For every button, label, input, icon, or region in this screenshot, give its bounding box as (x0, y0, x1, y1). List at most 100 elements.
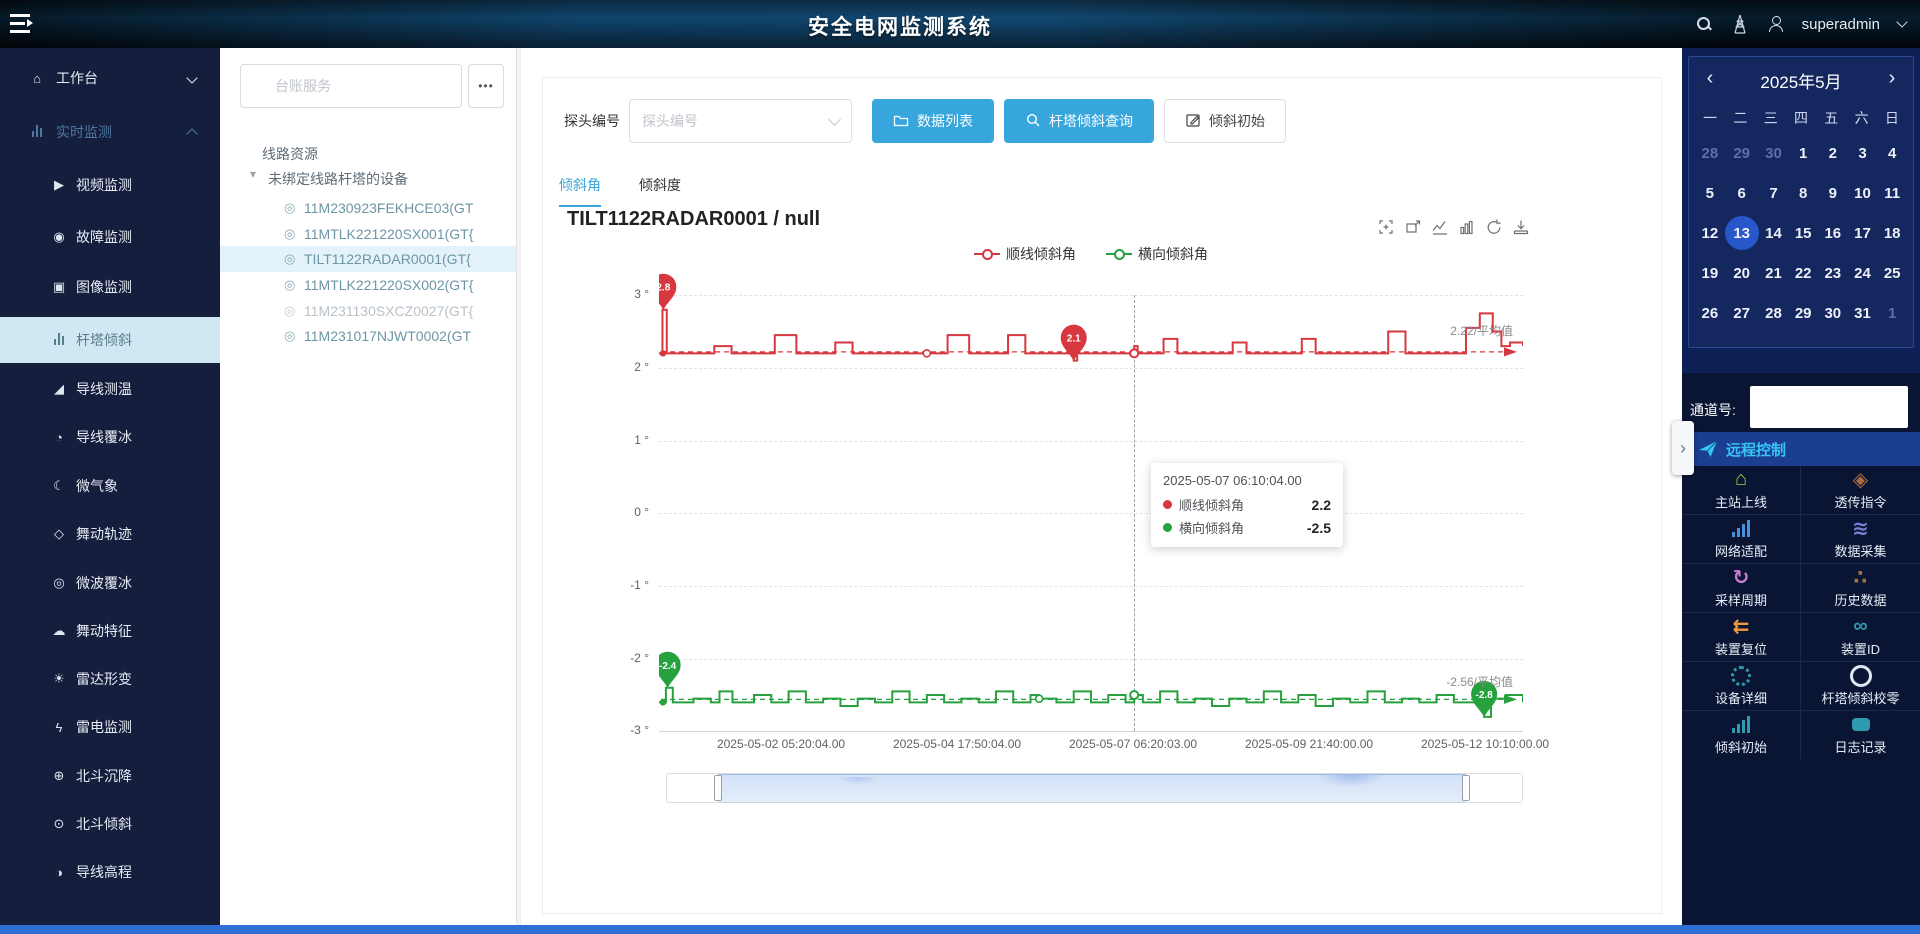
sidebar-item[interactable]: ▣图像监测 (0, 267, 220, 307)
calendar-date[interactable]: 26 (1695, 293, 1725, 333)
restore-icon[interactable] (1485, 218, 1503, 236)
button-folder[interactable]: 数据列表 (872, 99, 994, 143)
calendar-date[interactable]: 6 (1725, 173, 1759, 213)
remote-action-bars[interactable]: 网络适配 (1682, 515, 1800, 563)
calendar-date[interactable]: 2 (1818, 133, 1848, 173)
calendar-date[interactable]: 30 (1759, 133, 1789, 173)
calendar-date[interactable]: 30 (1818, 293, 1848, 333)
calendar-date[interactable]: 19 (1695, 253, 1725, 293)
sidebar-item[interactable]: ϟ雷电监测 (0, 707, 220, 747)
button-edit[interactable]: 倾斜初始 (1164, 99, 1286, 143)
calendar-date[interactable]: 25 (1877, 253, 1907, 293)
search-icon[interactable] (1696, 16, 1712, 32)
calendar-date[interactable]: 28 (1759, 293, 1789, 333)
datazoom-slider[interactable] (666, 773, 1523, 803)
remote-action-ring[interactable]: 杆塔倾斜校零 (1801, 662, 1920, 710)
calendar-date[interactable]: 1 (1788, 133, 1818, 173)
line-chart-icon[interactable] (1431, 218, 1449, 236)
calendar-date[interactable]: 24 (1848, 253, 1878, 293)
calendar-date[interactable]: 11 (1877, 173, 1907, 213)
tree-device-item[interactable]: ◎11M231130SXCZ0027(GT{ (220, 298, 516, 324)
sidebar-item[interactable]: ⊕北斗沉降 (0, 756, 220, 796)
tab-inactive[interactable]: 倾斜度 (639, 175, 681, 207)
channel-input[interactable] (1750, 386, 1908, 428)
sidebar-item[interactable]: ⊙北斗倾斜 (0, 804, 220, 844)
sidebar-item[interactable]: ◎微波覆冰 (0, 563, 220, 603)
calendar-date[interactable]: 28 (1695, 133, 1725, 173)
sidebar-item[interactable]: ◇舞动轨迹 (0, 514, 220, 554)
calendar-date[interactable]: 7 (1759, 173, 1789, 213)
sidebar-item-workbench[interactable]: ⌂工作台 (0, 58, 220, 98)
calendar-date[interactable]: 21 (1759, 253, 1789, 293)
calendar-date[interactable]: 17 (1848, 213, 1878, 253)
calendar-date[interactable]: 27 (1725, 293, 1759, 333)
datazoom-selection[interactable] (718, 774, 1466, 803)
remote-action-bar-chart[interactable]: 倾斜初始 (1682, 711, 1800, 759)
user-icon[interactable] (1768, 16, 1784, 32)
tree-root-node[interactable]: 线路资源 (262, 144, 318, 164)
tree-group-node[interactable]: 未绑定线路杆塔的设备 (268, 169, 408, 189)
sidebar-item[interactable]: ◉故障监测 (0, 217, 220, 257)
calendar-date[interactable]: 5 (1695, 173, 1725, 213)
tree-device-item[interactable]: ◎TILT1122RADAR0001(GT{ (220, 246, 516, 272)
remote-action-gear[interactable]: 设备详细 (1682, 662, 1800, 710)
calendar-date[interactable]: 3 (1848, 133, 1878, 173)
datazoom-handle-right[interactable] (1462, 775, 1470, 801)
calendar-date[interactable]: 15 (1788, 213, 1818, 253)
calendar-date[interactable]: 9 (1818, 173, 1848, 213)
tree-device-item[interactable]: ◎11M230923FEKHCE03(GT (220, 195, 516, 221)
menu-icon[interactable] (10, 13, 36, 35)
remote-action-chat[interactable]: 日志记录 (1801, 711, 1920, 759)
username[interactable]: superadmin (1802, 16, 1880, 33)
tree-device-item[interactable]: ◎11MTLK221220SX002(GT{ (220, 272, 516, 298)
tab-active[interactable]: 倾斜角 (559, 175, 601, 207)
sidebar-item[interactable]: ◑导线高程 (0, 852, 220, 892)
remote-action-reset-arrows[interactable]: ⇇装置复位 (1682, 613, 1800, 661)
sidebar-item[interactable]: ☁舞动特征 (0, 611, 220, 651)
calendar-date[interactable]: 4 (1877, 133, 1907, 173)
tree-device-item[interactable]: ◎11MTLK221220SX001(GT{ (220, 221, 516, 247)
tree-collapse-caret[interactable]: ▾ (250, 167, 256, 181)
sidebar-item[interactable]: ☀雷达形变 (0, 659, 220, 699)
remote-action-pinwheel[interactable]: ◈透传指令 (1801, 466, 1920, 514)
calendar-date[interactable]: 16 (1818, 213, 1848, 253)
calendar-date[interactable]: 1 (1877, 293, 1907, 333)
remote-action-chain[interactable]: ∞装置ID (1801, 613, 1920, 661)
save-image-icon[interactable] (1512, 218, 1530, 236)
sidebar-item[interactable]: ◔导线覆冰 (0, 417, 220, 457)
calendar-date[interactable]: 14 (1759, 213, 1789, 253)
area-zoom-icon[interactable] (1377, 218, 1395, 236)
tree-search-input[interactable] (240, 64, 462, 108)
tree-more-button[interactable]: ••• (468, 64, 504, 108)
button-magnifier[interactable]: 杆塔倾斜查询 (1004, 99, 1154, 143)
calendar-date[interactable]: 31 (1848, 293, 1878, 333)
calendar-date-selected[interactable]: 13 (1725, 213, 1759, 253)
tower-icon[interactable] (1730, 13, 1750, 35)
remote-action-cycle[interactable]: ↻采样周期 (1682, 564, 1800, 612)
caret-down-icon[interactable] (1896, 16, 1907, 27)
datazoom-handle-left[interactable] (714, 775, 722, 801)
calendar-date[interactable]: 10 (1848, 173, 1878, 213)
calendar-date[interactable]: 12 (1695, 213, 1725, 253)
calendar-date[interactable]: 8 (1788, 173, 1818, 213)
remote-action-house[interactable]: ⌂主站上线 (1682, 466, 1800, 514)
calendar-date[interactable]: 18 (1877, 213, 1907, 253)
remote-action-wave[interactable]: ≋数据采集 (1801, 515, 1920, 563)
tree-device-item[interactable]: ◎11M231017NJWT0002(GT (220, 323, 516, 349)
sidebar-item[interactable]: ☾微气象 (0, 466, 220, 506)
panel-collapse-handle[interactable]: › (1672, 421, 1694, 475)
sidebar-item[interactable]: ◢导线测温 (0, 369, 220, 409)
sidebar-item[interactable]: ▶视频监测 (0, 165, 220, 205)
calendar-date[interactable]: 29 (1725, 133, 1759, 173)
sidebar-section-realtime-monitor[interactable]: 实时监测 (0, 112, 220, 152)
zoom-reset-icon[interactable] (1404, 218, 1422, 236)
calendar-date[interactable]: 20 (1725, 253, 1759, 293)
sidebar-item[interactable]: 杆塔倾斜 (0, 317, 220, 363)
probe-number-select[interactable]: 探头编号 (629, 99, 852, 143)
calendar-date[interactable]: 23 (1818, 253, 1848, 293)
remote-action-nodes[interactable]: ∴历史数据 (1801, 564, 1920, 612)
bar-chart-icon[interactable] (1458, 218, 1476, 236)
calendar-date[interactable]: 29 (1788, 293, 1818, 333)
calendar-next-button[interactable]: › (1879, 65, 1905, 91)
calendar-date[interactable]: 22 (1788, 253, 1818, 293)
